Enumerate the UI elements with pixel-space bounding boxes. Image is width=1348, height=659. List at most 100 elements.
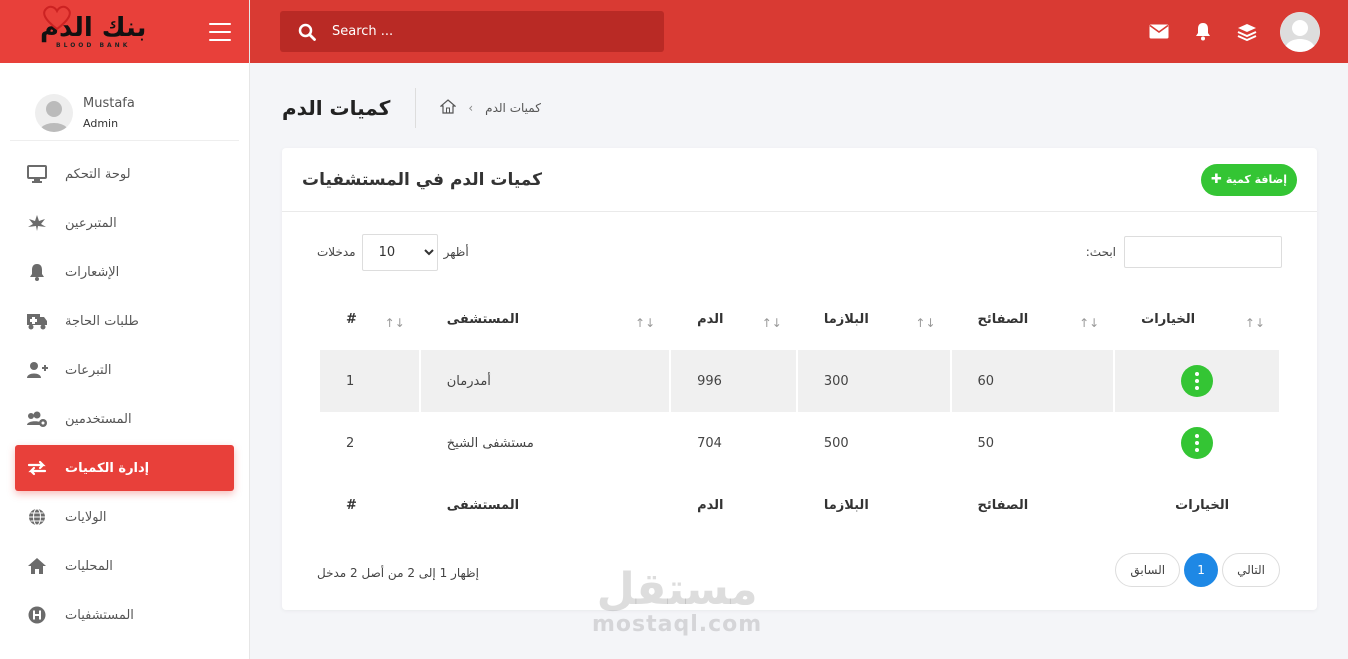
footer-col-plasma: البلازما [823, 497, 869, 513]
footer-col-options: الخيارات [1175, 497, 1230, 513]
cell-options [1115, 412, 1279, 474]
card-header: كميات الدم في المستشفيات ✚ إضافة كمية [282, 148, 1317, 212]
table-header-row: # ↑↓ المستشفى ↑↓ الدم ↑↓ البلازما ↑↓ الصفائح… [320, 288, 1279, 350]
table-filter: :ابحث [1086, 236, 1282, 268]
sidebar-item-label: المستخدمين [65, 411, 132, 427]
footer-col-hospital: المستشفى [446, 497, 520, 513]
user-role: Admin [83, 116, 119, 130]
user-plus-icon [25, 360, 49, 380]
show-label: أظهر [443, 245, 469, 259]
next-page-button[interactable]: التالي [1222, 553, 1280, 587]
page-header: كميات الدم ‹ كميات الدم [282, 88, 1317, 128]
cell-blood: 996 [671, 350, 796, 412]
row-options-button[interactable] [1181, 365, 1214, 397]
filter-label: :ابحث [1085, 245, 1116, 259]
cell-id: 1 [320, 350, 419, 412]
sidebar-menu: لوحة التحكم المتبرعين الإشعارات طلبات ال… [0, 151, 249, 638]
table-controls: مدخلات 10 أظهر :ابحث [317, 233, 1282, 271]
home-icon[interactable] [439, 99, 457, 117]
watermark-arabic: مستقل [596, 564, 758, 615]
breadcrumb: ‹ كميات الدم [439, 99, 541, 117]
quantities-table: # ↑↓ المستشفى ↑↓ الدم ↑↓ البلازما ↑↓ الصفائح… [318, 288, 1281, 536]
layers-icon[interactable] [1236, 21, 1258, 43]
user-profile[interactable]: Mustafa Admin [10, 63, 239, 141]
brand-bar: بنك الدم BLOOD BANK [0, 0, 249, 63]
sidebar-item-states[interactable]: الولايات [15, 494, 234, 540]
sidebar-item-quantities[interactable]: إدارة الكميات [15, 445, 234, 491]
search-input[interactable] [332, 24, 632, 39]
sort-icon: ↑↓ [761, 316, 782, 330]
sort-icon: ↑↓ [1079, 316, 1100, 330]
envelope-icon[interactable] [1148, 21, 1170, 43]
sidebar-item-label: إدارة الكميات [65, 460, 150, 476]
sidebar-item-notifications[interactable]: الإشعارات [15, 249, 234, 295]
column-header-hospital[interactable]: المستشفى ↑↓ [421, 288, 669, 350]
prev-page-button[interactable]: السابق [1115, 553, 1181, 587]
breadcrumb-current[interactable]: كميات الدم [485, 101, 541, 115]
page-length-select[interactable]: 10 [361, 233, 438, 271]
sidebar-item-requests[interactable]: طلبات الحاجة [15, 298, 234, 344]
table-row: 1 أمدرمان 996 300 60 [320, 350, 1279, 412]
chevron-left-icon: ‹ [468, 101, 474, 115]
users-cog-icon [25, 409, 49, 429]
sidebar-item-label: الإشعارات [65, 264, 120, 280]
topbar-actions [1126, 11, 1320, 52]
column-header-options[interactable]: الخيارات ↑↓ [1115, 288, 1279, 350]
sidebar-item-dashboard[interactable]: لوحة التحكم [15, 151, 234, 197]
menu-toggle-icon[interactable] [209, 22, 231, 41]
sidebar-item-label: المحليات [65, 558, 113, 574]
sort-icon: ↑↓ [635, 316, 656, 330]
footer-col-blood: الدم [697, 497, 724, 513]
sidebar-item-donations[interactable]: التبرعات [15, 347, 234, 393]
bell-icon[interactable] [1192, 21, 1214, 43]
cell-platelets: 50 [977, 435, 995, 451]
page-number-button[interactable]: 1 [1184, 553, 1219, 587]
leaf-icon [25, 213, 49, 233]
column-header-platelets[interactable]: الصفائح ↑↓ [952, 288, 1114, 350]
row-options-button[interactable] [1181, 427, 1214, 459]
profile-avatar-icon[interactable] [1280, 11, 1320, 52]
entries-label: مدخلات [317, 245, 356, 259]
cell-blood: 704 [697, 435, 722, 451]
sidebar-item-donors[interactable]: المتبرعين [15, 200, 234, 246]
sidebar-item-label: طلبات الحاجة [65, 313, 139, 329]
column-header-plasma[interactable]: البلازما ↑↓ [798, 288, 950, 350]
sidebar-item-label: المستشفيات [65, 607, 134, 623]
home-icon [25, 556, 49, 576]
watermark-latin: mostaql.com [592, 612, 763, 637]
sidebar-item-label: لوحة التحكم [65, 166, 131, 182]
column-header-id[interactable]: # ↑↓ [320, 288, 419, 350]
table-search-input[interactable] [1124, 236, 1282, 268]
quantities-card: كميات الدم في المستشفيات ✚ إضافة كمية مد… [282, 148, 1317, 610]
more-vertical-icon [1195, 433, 1200, 454]
sidebar-item-localities[interactable]: المحليات [15, 543, 234, 589]
sidebar: بنك الدم BLOOD BANK Mustafa Admin لوحة ا… [0, 0, 250, 659]
pagination: السابق 1 التالي [1111, 553, 1280, 587]
table-info: إظهار 1 إلى 2 من أصل 2 مدخل [317, 566, 479, 580]
exchange-icon [25, 458, 49, 478]
logo[interactable]: بنك الدم BLOOD BANK [40, 5, 146, 49]
table-footer-row: # المستشفى الدم البلازما الصفائح الخيارا… [320, 474, 1279, 536]
ambulance-icon [25, 311, 49, 331]
globe-icon [25, 507, 49, 527]
sidebar-item-users[interactable]: المستخدمين [15, 396, 234, 442]
sort-icon: ↑↓ [384, 316, 405, 330]
sidebar-item-hospitals[interactable]: المستشفيات [15, 592, 234, 638]
page-length-control: مدخلات 10 أظهر [317, 233, 469, 271]
add-quantity-button[interactable]: ✚ إضافة كمية [1201, 163, 1297, 196]
page-title: كميات الدم [282, 88, 417, 128]
search-icon [298, 23, 316, 41]
footer-col-id: # [346, 497, 357, 513]
cell-options [1115, 350, 1279, 412]
sidebar-item-label: الولايات [65, 509, 107, 525]
logo-subtitle: BLOOD BANK [56, 41, 131, 49]
user-name: Mustafa [83, 95, 135, 111]
bell-icon [25, 262, 49, 282]
watermark: مستقل mostaql.com [592, 564, 763, 638]
cell-hospital: مستشفى الشيخ [446, 435, 534, 451]
column-header-blood[interactable]: الدم ↑↓ [671, 288, 796, 350]
sidebar-item-label: المتبرعين [65, 215, 117, 231]
cell-plasma: 300 [797, 350, 950, 412]
cell-id: 2 [346, 435, 355, 451]
search-box[interactable] [280, 11, 664, 52]
